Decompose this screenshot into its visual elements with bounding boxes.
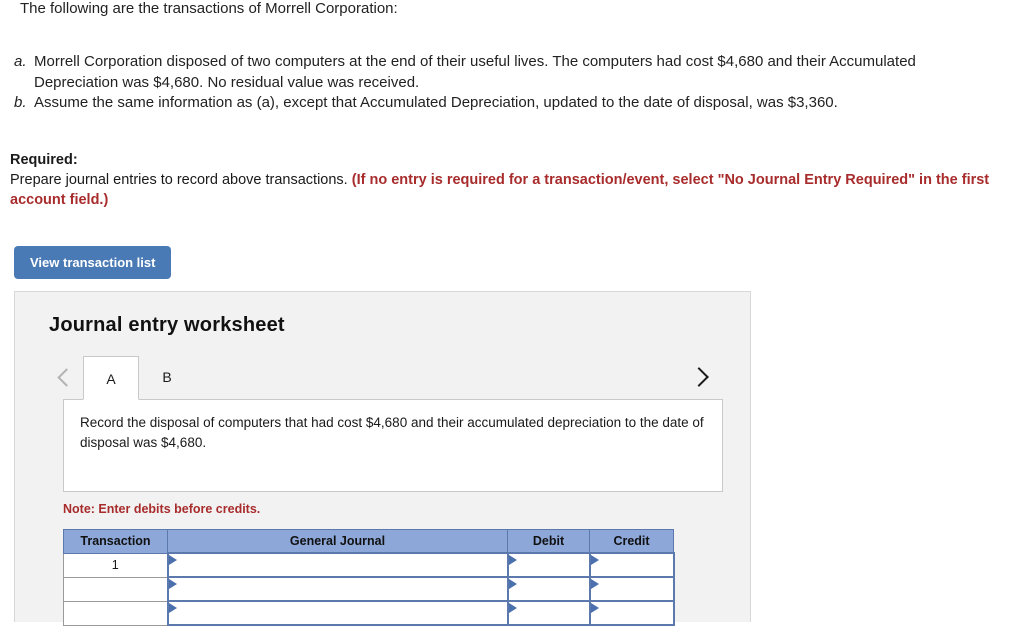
cell-debit-input[interactable] (506, 576, 591, 602)
cell-transaction-number (63, 600, 168, 626)
cell-general-journal-select[interactable] (166, 552, 509, 578)
table-header-row: Transaction General Journal Debit Credit (63, 529, 674, 554)
list-item-text: Assume the same information as (a), exce… (34, 94, 838, 111)
cell-debit-input[interactable] (506, 600, 591, 626)
worksheet-tab-strip: A B (15, 354, 750, 400)
list-item-text: Morrell Corporation disposed of two comp… (34, 53, 916, 91)
cell-transaction-number (63, 576, 168, 602)
required-label: Required: (10, 152, 78, 168)
table-row: 1 (63, 552, 675, 578)
debits-before-credits-note: Note: Enter debits before credits. (63, 502, 261, 516)
journal-entry-worksheet-panel: Journal entry worksheet A B Record the d… (14, 291, 751, 626)
journal-entry-table: Transaction General Journal Debit Credit… (63, 529, 675, 626)
cell-general-journal-select[interactable] (166, 600, 509, 626)
worksheet-description-box: Record the disposal of computers that ha… (63, 399, 723, 492)
problem-list: a. Morrell Corporation disposed of two c… (10, 52, 984, 114)
tab-a[interactable]: A (83, 356, 139, 400)
list-item: b. Assume the same information as (a), e… (10, 93, 984, 114)
column-header-transaction: Transaction (63, 529, 168, 554)
page-title: Journal entry worksheet (49, 314, 285, 336)
cell-credit-input[interactable] (588, 600, 675, 626)
column-header-general-journal: General Journal (167, 529, 508, 554)
chevron-right-icon (689, 367, 709, 387)
chevron-left-icon (56, 367, 76, 387)
view-transaction-list-button[interactable]: View transaction list (14, 246, 172, 279)
cell-debit-input[interactable] (506, 552, 591, 578)
worksheet-description-text: Record the disposal of computers that ha… (80, 415, 704, 450)
table-row (63, 576, 675, 602)
required-instruction: Prepare journal entries to record above … (10, 172, 348, 188)
next-worksheet-button[interactable] (682, 355, 716, 399)
previous-worksheet-button[interactable] (49, 355, 83, 399)
required-body: Prepare journal entries to record above … (10, 170, 994, 210)
intro-text: The following are the transactions of Mo… (20, 0, 398, 17)
table-row (63, 600, 675, 626)
cell-general-journal-select[interactable] (166, 576, 509, 602)
list-item-marker: b. (14, 94, 27, 111)
required-section: Required: Prepare journal entries to rec… (10, 151, 994, 210)
cell-credit-input[interactable] (588, 576, 675, 602)
cell-transaction-number: 1 (63, 552, 168, 578)
list-item: a. Morrell Corporation disposed of two c… (10, 52, 984, 93)
list-item-marker: a. (14, 53, 27, 70)
tab-b[interactable]: B (139, 355, 195, 399)
column-header-credit: Credit (589, 529, 674, 554)
cell-credit-input[interactable] (588, 552, 675, 578)
column-header-debit: Debit (507, 529, 590, 554)
